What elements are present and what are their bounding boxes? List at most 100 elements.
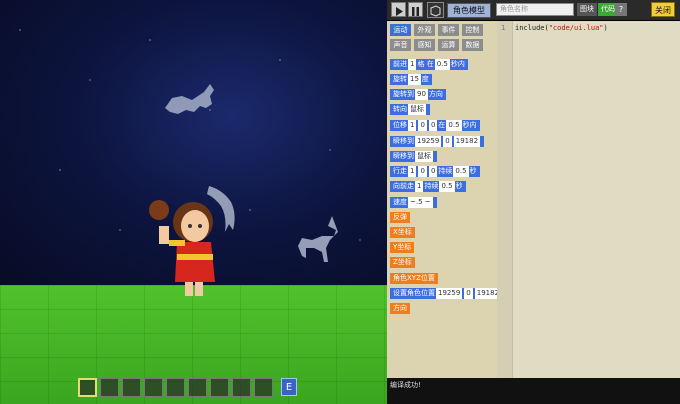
code-block[interactable]: Y坐标 — [390, 242, 415, 253]
block-input[interactable]: 0.5 — [439, 181, 455, 192]
block-label: 瞬移到 — [393, 152, 414, 160]
tab-data[interactable]: 数据 — [462, 39, 483, 51]
tab-sensing[interactable]: 感知 — [414, 39, 435, 51]
hotbar-slot[interactable] — [254, 378, 273, 397]
code-suffix: ) — [603, 24, 608, 32]
block-label: 方向 — [428, 90, 443, 98]
block-label: 持续 — [424, 182, 439, 190]
hotbar-slot[interactable] — [166, 378, 185, 397]
close-button[interactable]: 关闭 — [651, 2, 675, 17]
block-input[interactable]: 0.5 — [453, 166, 469, 177]
block-palette: 运动 外观 事件 控制 声音 感知 运算 数据 前进 1 格 在 0.5 秒内 旋转 15 度… — [387, 21, 506, 378]
block-label: 转向 — [393, 105, 407, 113]
block-label: 反弹 — [393, 213, 407, 221]
code-block[interactable]: X坐标 — [390, 227, 415, 238]
code-block[interactable]: 瞬移到 19259 0 19182 — [390, 136, 485, 147]
block-input[interactable]: 90 — [415, 89, 428, 100]
block-input[interactable]: 1 — [408, 166, 417, 177]
tab-sound[interactable]: 声音 — [390, 39, 411, 51]
character-model-icon[interactable] — [427, 2, 444, 18]
block-input[interactable]: 1 — [408, 59, 417, 70]
tab-events[interactable]: 事件 — [438, 24, 459, 36]
hotbar-slot[interactable] — [100, 378, 119, 397]
script-editor-panel: 角色模型 角色名称 图块 代码 ? 关闭 运动 外观 事件 控制 声音 感知 运… — [387, 0, 680, 404]
block-label: 格 在 — [417, 60, 434, 68]
player-character[interactable] — [145, 182, 217, 298]
block-input[interactable]: 1 — [408, 120, 417, 131]
code-block[interactable]: 行走 1 0 0 持续 0.5 秒 — [390, 166, 480, 177]
hotbar-slot[interactable] — [122, 378, 141, 397]
play-icon — [396, 7, 403, 16]
tab-operators[interactable]: 运算 — [438, 39, 459, 51]
block-label: 速度 — [393, 198, 407, 206]
block-label: 秒 — [469, 167, 477, 175]
block-input[interactable]: 19182 — [453, 136, 481, 147]
block-label: 秒内 — [462, 121, 477, 129]
code-block[interactable]: 旋转到 90 方向 — [390, 89, 446, 100]
block-input[interactable]: 0.5 — [446, 120, 462, 131]
code-block[interactable]: 反弹 — [390, 212, 410, 223]
pause-icon — [412, 7, 419, 16]
tab-blocks[interactable]: 图块 — [577, 3, 597, 16]
code-block[interactable]: 角色XYZ位置 — [390, 273, 438, 284]
compile-status: 编译成功! — [387, 378, 680, 404]
code-block[interactable]: 方向 — [390, 303, 410, 314]
code-block[interactable]: 位移 1 0 0 在 0.5 秒内 — [390, 120, 480, 131]
block-label: 度 — [421, 75, 429, 83]
block-input[interactable]: 0 — [443, 136, 452, 147]
wolf-constellation-icon — [165, 84, 214, 114]
unicorn-constellation-icon — [298, 216, 338, 262]
block-label: X坐标 — [393, 228, 412, 236]
hotbar-slot[interactable] — [210, 378, 229, 397]
tab-looks[interactable]: 外观 — [414, 24, 435, 36]
code-block[interactable]: 向前走 1 持续 0.5 秒 — [390, 181, 466, 192]
code-block[interactable]: Z坐标 — [390, 257, 415, 268]
block-input[interactable]: 0.5 — [434, 59, 450, 70]
block-label: 持续 — [438, 167, 453, 175]
editor-toolbar: 角色模型 角色名称 图块 代码 ? 关闭 — [387, 0, 680, 21]
character-model-button[interactable]: 角色模型 — [447, 3, 491, 18]
block-input[interactable]: 0 — [418, 120, 427, 131]
code-block[interactable]: 速度 ~.5 ~ — [390, 197, 437, 208]
block-input[interactable]: 0 — [418, 166, 427, 177]
block-label: 位移 — [393, 121, 407, 129]
block-input[interactable]: ~.5 ~ — [408, 197, 433, 208]
block-input[interactable]: 鼠标 — [408, 104, 426, 115]
hotbar-slot[interactable] — [188, 378, 207, 397]
hotbar-slot[interactable] — [232, 378, 251, 397]
block-label: 旋转 — [393, 75, 407, 83]
play-button[interactable] — [391, 2, 406, 17]
pause-button[interactable] — [408, 2, 423, 17]
block-label: 秒 — [455, 182, 463, 190]
inventory-key-button[interactable]: E — [281, 378, 297, 396]
tab-motion[interactable]: 运动 — [390, 24, 411, 36]
block-input[interactable]: 0 — [428, 120, 438, 131]
hotbar — [78, 378, 273, 397]
code-block[interactable]: 转向 鼠标 — [390, 104, 430, 115]
game-viewport[interactable]: E — [0, 0, 387, 404]
code-block[interactable]: 前进 1 格 在 0.5 秒内 — [390, 59, 468, 70]
block-input[interactable]: 1 — [415, 181, 424, 192]
code-block[interactable]: 设置角色位置 19259 0 19182 — [390, 288, 506, 299]
block-label: 在 — [438, 121, 446, 129]
hotbar-slot[interactable] — [144, 378, 163, 397]
block-label: 设置角色位置 — [393, 289, 435, 297]
help-button[interactable]: ? — [615, 3, 627, 16]
block-input[interactable]: 0 — [428, 166, 438, 177]
block-input[interactable]: 鼠标 — [415, 151, 433, 162]
code-editor[interactable]: 1 include("code/ui.lua") — [497, 21, 680, 378]
block-input[interactable]: 19259 — [415, 136, 442, 147]
line-number: 1 — [501, 24, 506, 32]
block-input[interactable]: 19259 — [436, 288, 463, 299]
code-block[interactable]: 旋转 15 度 — [390, 74, 432, 85]
cube-icon — [430, 5, 441, 17]
block-input[interactable]: 0 — [464, 288, 473, 299]
code-line[interactable]: include("code/ui.lua") — [515, 24, 608, 32]
block-input[interactable]: 15 — [408, 74, 421, 85]
character-name-input[interactable]: 角色名称 — [496, 3, 574, 16]
hotbar-slot[interactable] — [78, 378, 97, 397]
block-label: 角色XYZ位置 — [393, 274, 435, 282]
line-gutter: 1 — [497, 21, 513, 378]
code-block[interactable]: 瞬移到 鼠标 — [390, 151, 437, 162]
tab-control[interactable]: 控制 — [462, 24, 483, 36]
